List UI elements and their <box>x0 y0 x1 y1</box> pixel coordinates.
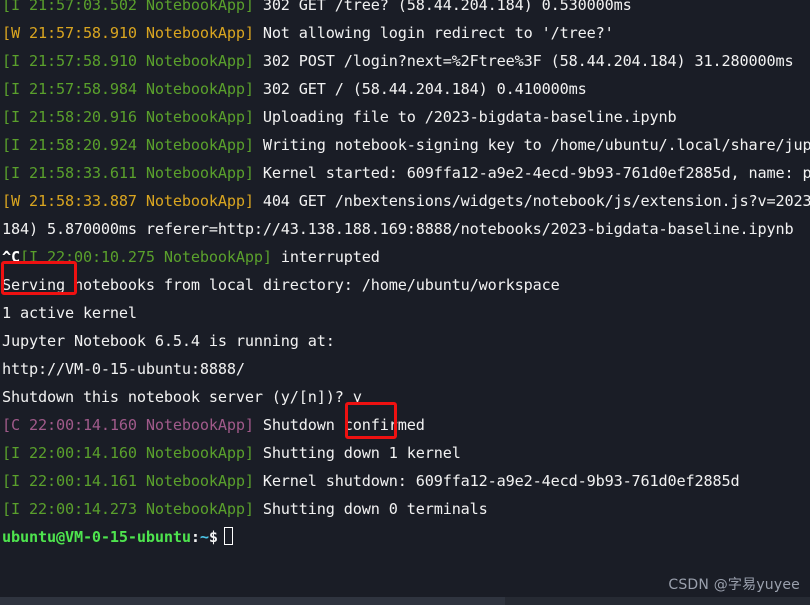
log-level-tag: [W 21:58:33.887 NotebookApp] <box>2 192 254 210</box>
terminal-line: [W 21:58:33.887 NotebookApp] 404 GET /nb… <box>0 187 810 215</box>
log-level-tag: [I 22:00:14.160 NotebookApp] <box>2 444 254 462</box>
log-message: Shutdown this notebook server (y/[n])? y <box>2 388 362 406</box>
terminal-line: [I 21:58:20.916 NotebookApp] Uploading f… <box>0 103 810 131</box>
terminal-line: [I 21:57:03.502 NotebookApp] 302 GET /tr… <box>0 0 810 19</box>
prompt-user-host: ubuntu@VM-0-15-ubuntu <box>2 528 191 546</box>
log-message: Kernel shutdown: 609ffa12-a9e2-4ecd-9b93… <box>253 472 740 490</box>
terminal-line: ^C[I 22:00:10.275 NotebookApp] interrupt… <box>0 243 810 271</box>
terminal-window[interactable]: [I 21:57:03.502 NotebookApp] 302 GET /tr… <box>0 0 810 605</box>
log-level-tag: [I 21:57:58.984 NotebookApp] <box>2 80 254 98</box>
log-message: Writing notebook-signing key to /home/ub… <box>253 136 810 154</box>
log-level-tag: [I 21:57:03.502 NotebookApp] <box>2 0 254 14</box>
terminal-line: [I 21:57:58.984 NotebookApp] 302 GET / (… <box>0 75 810 103</box>
log-message: Not allowing login redirect to '/tree?' <box>253 24 614 42</box>
terminal-line: [W 21:57:58.910 NotebookApp] Not allowin… <box>0 19 810 47</box>
log-level-tag: [C 22:00:14.160 NotebookApp] <box>2 416 254 434</box>
log-message: Jupyter Notebook 6.5.4 is running at: <box>2 332 335 350</box>
terminal-line: 1 active kernel <box>0 299 810 327</box>
log-message: 184) 5.870000ms referer=http://43.138.18… <box>2 220 794 238</box>
terminal-line: Shutdown this notebook server (y/[n])? y <box>0 383 810 411</box>
terminal-line: Jupyter Notebook 6.5.4 is running at: <box>0 327 810 355</box>
prompt-path: ~ <box>199 528 209 546</box>
log-level-tag: [I 21:58:33.611 NotebookApp] <box>2 164 254 182</box>
prompt-separator: : <box>190 528 200 546</box>
terminal-line: [I 21:58:20.924 NotebookApp] Writing not… <box>0 131 810 159</box>
log-message: 404 GET /nbextensions/widgets/notebook/j… <box>253 192 810 210</box>
ctrl-c-marker: ^C <box>2 248 20 266</box>
terminal-line: Serving notebooks from local directory: … <box>0 271 810 299</box>
terminal-line: http://VM-0-15-ubuntu:8888/ <box>0 355 810 383</box>
log-message: Shutting down 1 kernel <box>253 444 461 462</box>
log-message: http://VM-0-15-ubuntu:8888/ <box>2 360 245 378</box>
shell-prompt-line[interactable]: ubuntu@VM-0-15-ubuntu:~$ <box>0 523 810 551</box>
watermark-text: CSDN @字易yuyee <box>668 577 800 593</box>
prompt-symbol: $ <box>208 528 218 546</box>
terminal-line: [I 21:58:33.611 NotebookApp] Kernel star… <box>0 159 810 187</box>
terminal-line: [I 22:00:14.273 NotebookApp] Shutting do… <box>0 495 810 523</box>
log-message: Shutdown confirmed <box>253 416 425 434</box>
log-message: 302 POST /login?next=%2Ftree%3F (58.44.2… <box>253 52 794 70</box>
text-cursor <box>223 527 233 545</box>
log-level-tag: [I 21:58:20.916 NotebookApp] <box>2 108 254 126</box>
log-message: Shutting down 0 terminals <box>253 500 488 518</box>
log-message: Uploading file to /2023-bigdata-baseline… <box>253 108 677 126</box>
terminal-output: [I 21:57:03.502 NotebookApp] 302 GET /tr… <box>0 0 810 551</box>
log-level-tag: [W 21:57:58.910 NotebookApp] <box>2 24 254 42</box>
terminal-line: [I 21:57:58.910 NotebookApp] 302 POST /l… <box>0 47 810 75</box>
horizontal-scrollbar-track[interactable] <box>0 597 810 605</box>
log-message: 302 GET /tree? (58.44.204.184) 0.530000m… <box>253 0 632 14</box>
terminal-line: [I 22:00:14.161 NotebookApp] Kernel shut… <box>0 467 810 495</box>
log-level-tag: [I 22:00:14.161 NotebookApp] <box>2 472 254 490</box>
log-message: Serving notebooks from local directory: … <box>2 276 560 294</box>
terminal-line: [C 22:00:14.160 NotebookApp] Shutdown co… <box>0 411 810 439</box>
log-message: interrupted <box>271 248 380 266</box>
log-level-tag: [I 22:00:14.273 NotebookApp] <box>2 500 254 518</box>
log-message: 302 GET / (58.44.204.184) 0.410000ms <box>253 80 587 98</box>
log-message: Kernel started: 609ffa12-a9e2-4ecd-9b93-… <box>253 164 810 182</box>
horizontal-scrollbar-thumb[interactable] <box>0 597 505 605</box>
log-level-tag: [I 22:00:10.275 NotebookApp] <box>20 248 272 266</box>
log-level-tag: [I 21:57:58.910 NotebookApp] <box>2 52 254 70</box>
terminal-line: [I 22:00:14.160 NotebookApp] Shutting do… <box>0 439 810 467</box>
terminal-line: 184) 5.870000ms referer=http://43.138.18… <box>0 215 810 243</box>
log-level-tag: [I 21:58:20.924 NotebookApp] <box>2 136 254 154</box>
log-message: 1 active kernel <box>2 304 137 322</box>
